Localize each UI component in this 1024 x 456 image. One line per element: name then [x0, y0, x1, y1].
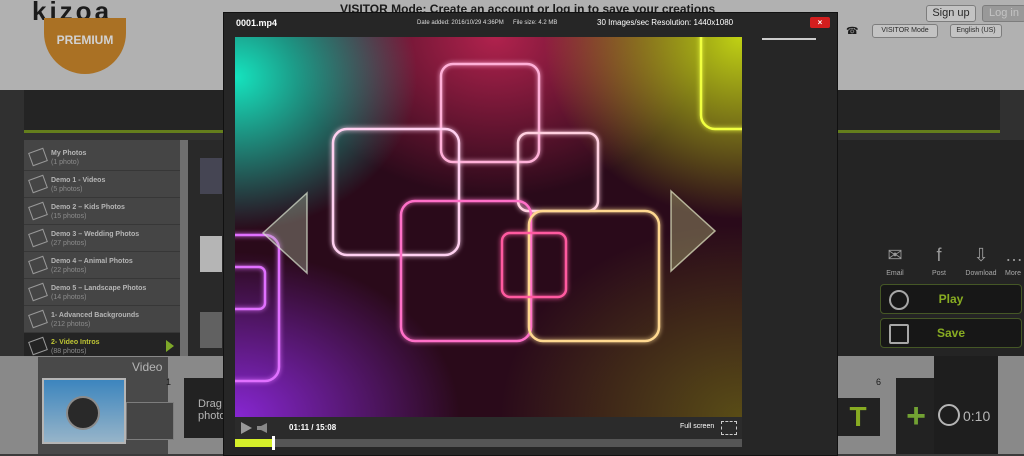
- fullscreen-label[interactable]: Full screen: [680, 423, 714, 430]
- play-icon[interactable]: [241, 422, 252, 434]
- neon-squares-graphic: [235, 37, 742, 383]
- divider: [762, 38, 816, 40]
- seek-bar[interactable]: [235, 436, 742, 450]
- playback-time: 01:11 / 15:08: [289, 423, 336, 432]
- player-controls: 01:11 / 15:08 Full screen: [235, 417, 742, 439]
- seek-bar-fill: [235, 439, 274, 447]
- time-separator: /: [311, 423, 314, 432]
- video-filename: 0001.mp4: [236, 18, 278, 28]
- close-button[interactable]: ×: [810, 17, 830, 28]
- next-arrow-icon[interactable]: [671, 191, 715, 271]
- seek-handle[interactable]: [272, 436, 276, 450]
- current-time: 01:11: [289, 423, 310, 432]
- file-size: File size: 4.2 MB: [513, 20, 558, 26]
- date-added: Date added: 2016/10/29 4:36PM: [417, 20, 504, 26]
- volume-icon[interactable]: [257, 423, 267, 433]
- video-preview-modal: 0001.mp4 Date added: 2016/10/29 4:36PM F…: [223, 12, 838, 456]
- total-duration: 15:08: [315, 423, 337, 432]
- fullscreen-icon[interactable]: [721, 421, 737, 435]
- video-frame[interactable]: [235, 37, 742, 417]
- previous-arrow-icon[interactable]: [263, 193, 307, 273]
- video-resolution: 30 Images/sec Resolution: 1440x1080: [597, 18, 734, 27]
